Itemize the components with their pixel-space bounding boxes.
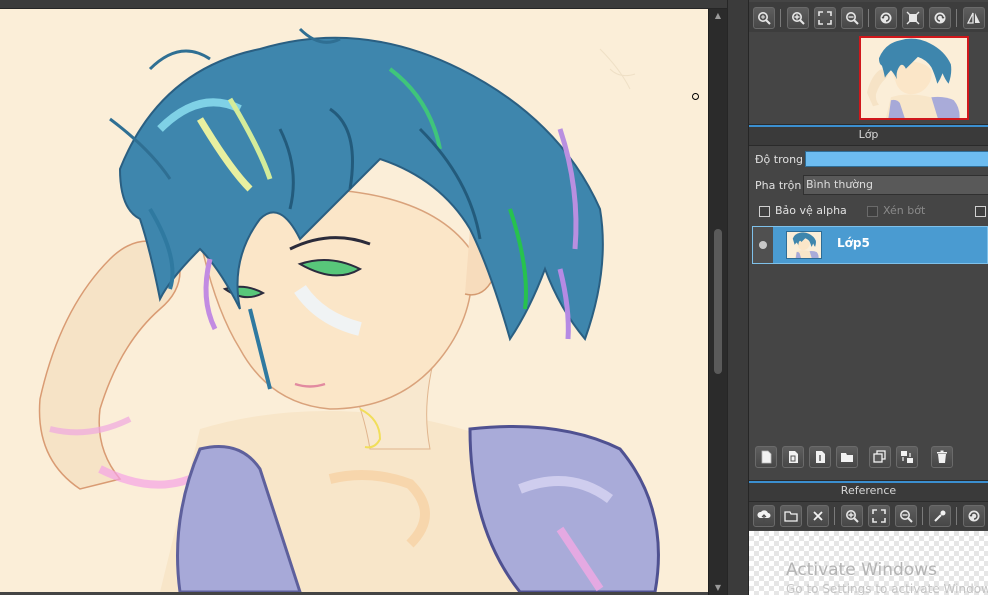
close-icon[interactable] <box>807 505 829 527</box>
opacity-label: Độ trong <box>755 153 804 166</box>
toolbar-separator <box>956 507 957 525</box>
delete-layer-icon[interactable] <box>931 446 953 468</box>
toolbar-separator <box>834 507 835 525</box>
app-window: ▲ ▼ Lớp Độ trong Pha trộn Bình thường Bả… <box>0 0 988 595</box>
activation-watermark-title: Activate Windows <box>786 560 937 580</box>
duplicate-layer-icon[interactable] <box>869 446 891 468</box>
fit-screen-icon[interactable] <box>814 7 836 29</box>
zoom-fit-icon[interactable] <box>753 7 775 29</box>
scroll-thumb[interactable] <box>714 229 722 374</box>
header-accent <box>749 481 988 483</box>
toolbar-separator <box>956 9 957 27</box>
vertical-scrollbar[interactable]: ▲ ▼ <box>708 9 727 595</box>
canvas-top-border <box>0 0 727 9</box>
layer-options-row: Bảo vệ alpha Xén bớt <box>749 202 988 222</box>
panel-divider[interactable] <box>727 0 749 595</box>
rotate-right-icon[interactable] <box>929 7 951 29</box>
activation-watermark-subtitle: Go to Settings to activate Windows. <box>786 582 988 595</box>
right-panel: Lớp Độ trong Pha trộn Bình thường Bảo vệ… <box>749 0 988 595</box>
layer-thumbnail <box>786 231 822 259</box>
new-folder-icon[interactable] <box>836 446 858 468</box>
toolbar-separator <box>780 9 781 27</box>
toolbar-separator <box>922 507 923 525</box>
clipping-label: Xén bớt <box>883 204 926 217</box>
reference-panel-title: Reference <box>840 484 897 497</box>
reference-toolbar <box>749 502 988 530</box>
zoom-out-icon[interactable] <box>841 7 863 29</box>
open-folder-icon[interactable] <box>780 505 802 527</box>
merge-layer-icon[interactable] <box>896 446 918 468</box>
flip-icon[interactable] <box>963 7 985 29</box>
canvas-area[interactable]: ▲ ▼ <box>0 0 727 595</box>
layer-panel-header: Lớp <box>749 124 988 146</box>
blend-row: Pha trộn Bình thường <box>749 175 988 197</box>
extra-option-checkbox[interactable] <box>975 206 986 217</box>
navigator-preview[interactable] <box>859 36 969 120</box>
header-accent <box>749 125 988 127</box>
rotate-icon[interactable] <box>963 505 985 527</box>
reference-canvas[interactable]: Activate Windows Go to Settings to activ… <box>749 531 988 595</box>
layer-item[interactable]: Lớp5 <box>752 226 988 264</box>
layer-name: Lớp5 <box>837 236 870 250</box>
navigator-artwork <box>861 38 967 118</box>
artwork <box>38 27 660 592</box>
navigator-toolbar <box>749 2 988 32</box>
opacity-slider[interactable] <box>805 151 988 167</box>
layer-panel-title: Lớp <box>858 128 879 141</box>
navigator-panel <box>749 32 988 120</box>
upload-icon[interactable] <box>753 505 775 527</box>
reference-panel-header: Reference <box>749 480 988 502</box>
drawing-canvas[interactable] <box>0 9 708 592</box>
visibility-toggle-icon[interactable] <box>753 227 773 263</box>
rotate-left-icon[interactable] <box>875 7 897 29</box>
layer-list: Lớp5 <box>752 224 988 442</box>
brush-cursor <box>692 93 699 100</box>
blend-mode-select[interactable]: Bình thường <box>803 175 988 195</box>
opacity-row: Độ trong <box>749 149 988 171</box>
new-vector-layer-icon[interactable] <box>782 446 804 468</box>
zoom-in-icon[interactable] <box>841 505 863 527</box>
blend-label: Pha trộn <box>755 179 802 192</box>
full-view-icon[interactable] <box>902 7 924 29</box>
new-layer-icon[interactable] <box>755 446 777 468</box>
zoom-in-icon[interactable] <box>787 7 809 29</box>
scroll-down-icon[interactable]: ▼ <box>709 581 727 595</box>
toolbar-separator <box>868 9 869 27</box>
fit-screen-icon[interactable] <box>868 505 890 527</box>
scroll-up-icon[interactable]: ▲ <box>709 9 727 23</box>
clipping-checkbox[interactable] <box>867 206 878 217</box>
protect-alpha-checkbox[interactable] <box>759 206 770 217</box>
eyedropper-icon[interactable] <box>929 505 951 527</box>
protect-alpha-label: Bảo vệ alpha <box>775 204 847 217</box>
zoom-out-icon[interactable] <box>895 505 917 527</box>
new-halftone-layer-icon[interactable] <box>809 446 831 468</box>
